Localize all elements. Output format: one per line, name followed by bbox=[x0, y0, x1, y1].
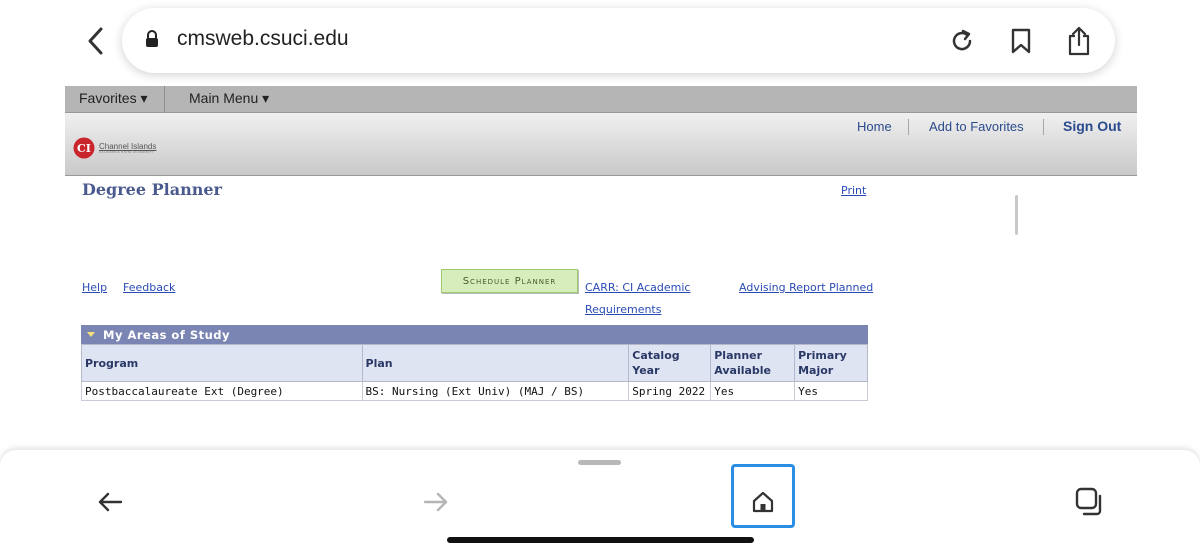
toolbar-home-button[interactable] bbox=[743, 482, 783, 522]
header-divider bbox=[908, 119, 909, 135]
col-catalog-year-label-2: Year bbox=[632, 364, 660, 377]
col-plan: Plan bbox=[361, 344, 630, 382]
menubar: Favorites ▾ Main Menu ▾ bbox=[65, 86, 1137, 113]
col-planner-available: Planner Available bbox=[710, 344, 796, 382]
url-text[interactable]: cmsweb.csuci.edu bbox=[177, 27, 349, 51]
cell-catalog-year: Spring 2022 bbox=[628, 381, 712, 401]
favorites-menu[interactable]: Favorites ▾ bbox=[79, 90, 148, 107]
table-row: Postbaccalaureate Ext (Degree) BS: Nursi… bbox=[81, 381, 868, 401]
col-plan-label: Plan bbox=[365, 356, 393, 370]
areas-of-study-header[interactable]: My Areas of Study bbox=[81, 325, 868, 344]
main-menu-label: Main Menu bbox=[189, 90, 259, 106]
lock-icon bbox=[145, 30, 159, 52]
toolbar-forward-button[interactable] bbox=[416, 482, 456, 522]
cell-program: Postbaccalaureate Ext (Degree) bbox=[81, 381, 363, 401]
bookmark-icon[interactable] bbox=[1006, 26, 1036, 56]
feedback-link[interactable]: Feedback bbox=[123, 281, 175, 294]
col-primary-major-label-2: Major bbox=[798, 364, 834, 377]
col-primary-major: Primary Major bbox=[794, 344, 868, 382]
table-header-row: Program Plan Catalog Year Planner Availabl… bbox=[81, 344, 868, 382]
browser-back-button[interactable] bbox=[80, 24, 110, 58]
chevron-left-icon bbox=[88, 27, 103, 55]
carr-link-line2[interactable]: Requirements bbox=[585, 303, 661, 316]
help-link[interactable]: Help bbox=[82, 281, 107, 294]
print-link[interactable]: Print bbox=[841, 184, 866, 197]
header-divider bbox=[1043, 119, 1044, 135]
col-catalog-year: Catalog Year bbox=[628, 344, 712, 382]
col-planner-available-label-2: Available bbox=[714, 364, 772, 377]
menu-divider bbox=[164, 86, 165, 113]
toolbar-tabs-button[interactable] bbox=[1070, 482, 1110, 522]
collapse-triangle-icon[interactable] bbox=[87, 332, 95, 337]
cell-planner-available: Yes bbox=[710, 381, 796, 401]
col-planner-available-label-1: Planner bbox=[714, 349, 763, 362]
add-to-favorites-link[interactable]: Add to Favorites bbox=[929, 119, 1024, 134]
logo-subtext: CALIFORNIA STATE UNIVERSITY bbox=[99, 149, 154, 154]
sign-out-link[interactable]: Sign Out bbox=[1063, 118, 1121, 134]
col-primary-major-label-1: Primary bbox=[798, 349, 847, 362]
arrow-right-icon bbox=[423, 492, 448, 512]
page-header: CI Channel Islands CALIFORNIA STATE UNIV… bbox=[65, 113, 1137, 176]
areas-of-study-title: My Areas of Study bbox=[103, 327, 231, 342]
browser-toolbar bbox=[0, 450, 1200, 555]
toolbar-back-button[interactable] bbox=[90, 482, 130, 522]
share-icon[interactable] bbox=[1064, 26, 1094, 56]
home-icon bbox=[752, 491, 774, 513]
col-catalog-year-label-1: Catalog bbox=[632, 349, 680, 362]
cell-plan: BS: Nursing (Ext Univ) (MAJ / BS) bbox=[361, 381, 630, 401]
page-title: Degree Planner bbox=[82, 180, 222, 199]
svg-text:CI: CI bbox=[77, 142, 91, 155]
favorites-label: Favorites bbox=[79, 90, 137, 106]
col-program: Program bbox=[81, 344, 363, 382]
areas-of-study-table: Program Plan Catalog Year Planner Availabl… bbox=[81, 344, 868, 401]
main-menu[interactable]: Main Menu ▾ bbox=[189, 90, 269, 107]
home-indicator[interactable] bbox=[447, 537, 754, 543]
cell-primary-major: Yes bbox=[794, 381, 868, 401]
home-link[interactable]: Home bbox=[857, 119, 892, 134]
sheet-grabber[interactable] bbox=[578, 460, 621, 465]
col-program-label: Program bbox=[85, 356, 139, 370]
csuci-logo[interactable]: CI Channel Islands CALIFORNIA STATE UNIV… bbox=[73, 137, 156, 159]
tabs-icon bbox=[1075, 487, 1102, 516]
arrow-left-icon bbox=[98, 492, 123, 512]
address-bar[interactable]: cmsweb.csuci.edu bbox=[122, 8, 1115, 73]
advising-report-link[interactable]: Advising Report Planned bbox=[739, 281, 873, 294]
caret-down-icon: ▾ bbox=[262, 90, 270, 106]
caret-down-icon: ▾ bbox=[140, 90, 148, 106]
scrollbar[interactable] bbox=[1015, 195, 1018, 235]
reload-icon[interactable] bbox=[947, 26, 977, 56]
schedule-planner-label: Schedule Planner bbox=[462, 275, 557, 287]
carr-link-line1[interactable]: CARR: CI Academic bbox=[585, 281, 690, 294]
schedule-planner-button[interactable]: Schedule Planner bbox=[441, 269, 578, 293]
csuci-seal-icon: CI bbox=[73, 137, 95, 159]
